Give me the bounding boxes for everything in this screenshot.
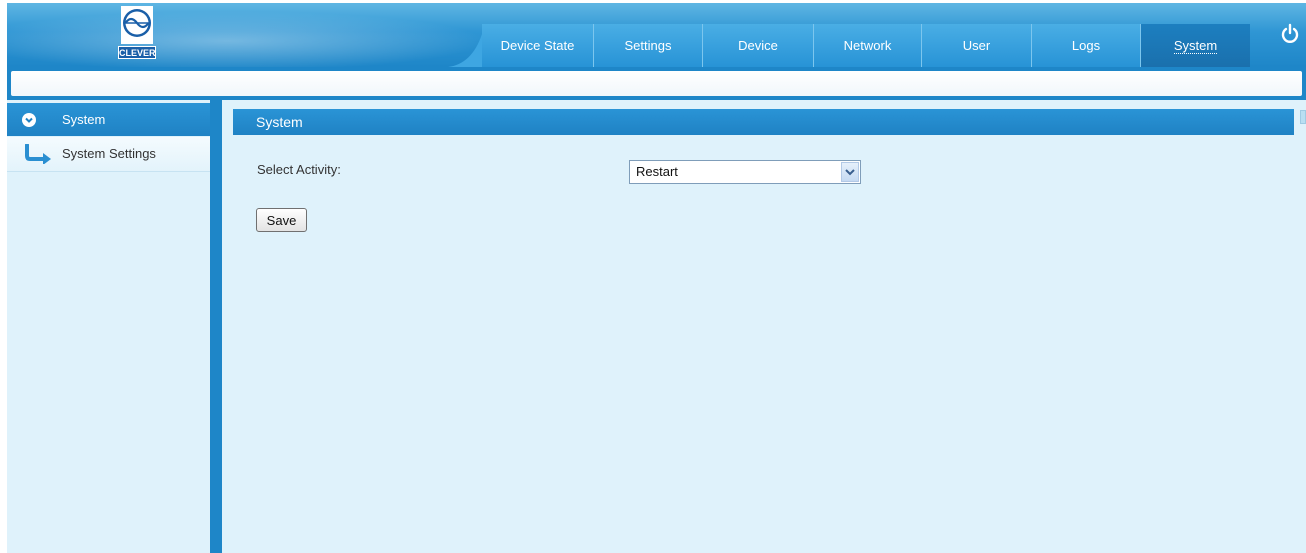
clever-logo: CLEVER [115,3,159,60]
activity-select-value: Restart [636,164,678,179]
tab-system[interactable]: System [1140,24,1250,67]
panel-divider [210,100,222,553]
tab-device[interactable]: Device [702,24,813,67]
tab-device-state[interactable]: Device State [482,24,593,67]
tab-logs[interactable]: Logs [1031,24,1140,67]
tab-label: User [962,38,991,53]
tab-label: Network [843,38,892,53]
tab-label: Logs [1071,38,1101,53]
sidebar-item-label: System Settings [62,146,156,161]
nav-tabs: Device State Settings Device Network Use… [482,24,1250,67]
sidebar-section-label: System [62,112,106,127]
tab-network[interactable]: Network [813,24,921,67]
sub-toolbar [7,67,1306,100]
scrollbar[interactable] [1300,110,1306,124]
tab-label: Device [738,38,778,53]
arrow-right-icon [25,144,51,164]
sub-toolbar-inner [11,71,1302,96]
main-navigation: Device State Settings Device Network Use… [448,24,1260,67]
sidebar-section-system[interactable]: System [7,103,210,136]
tab-label: Device State [500,38,575,53]
collapse-icon [22,113,36,127]
power-icon[interactable] [1280,23,1300,45]
header-swoosh [7,11,487,67]
tab-user[interactable]: User [921,24,1031,67]
logo-text: CLEVER [118,46,156,59]
sidebar-item-system-settings[interactable]: System Settings [7,137,210,172]
power-icon-glyph [1281,23,1299,43]
tab-label: System [1173,38,1218,54]
select-activity-label: Select Activity: [257,162,341,177]
sidebar: System System Settings [7,100,210,553]
page-title: System [233,109,1294,135]
chevron-down-icon[interactable] [841,162,859,182]
main-content: System Select Activity: Restart Save [222,100,1306,553]
logo-emblem-icon [121,6,153,44]
save-button[interactable]: Save [256,208,307,232]
tab-label: Settings [624,38,672,53]
top-header: CLEVER Device State Settings Device Netw… [7,3,1306,67]
activity-select[interactable]: Restart [629,160,861,184]
tab-settings[interactable]: Settings [593,24,702,67]
